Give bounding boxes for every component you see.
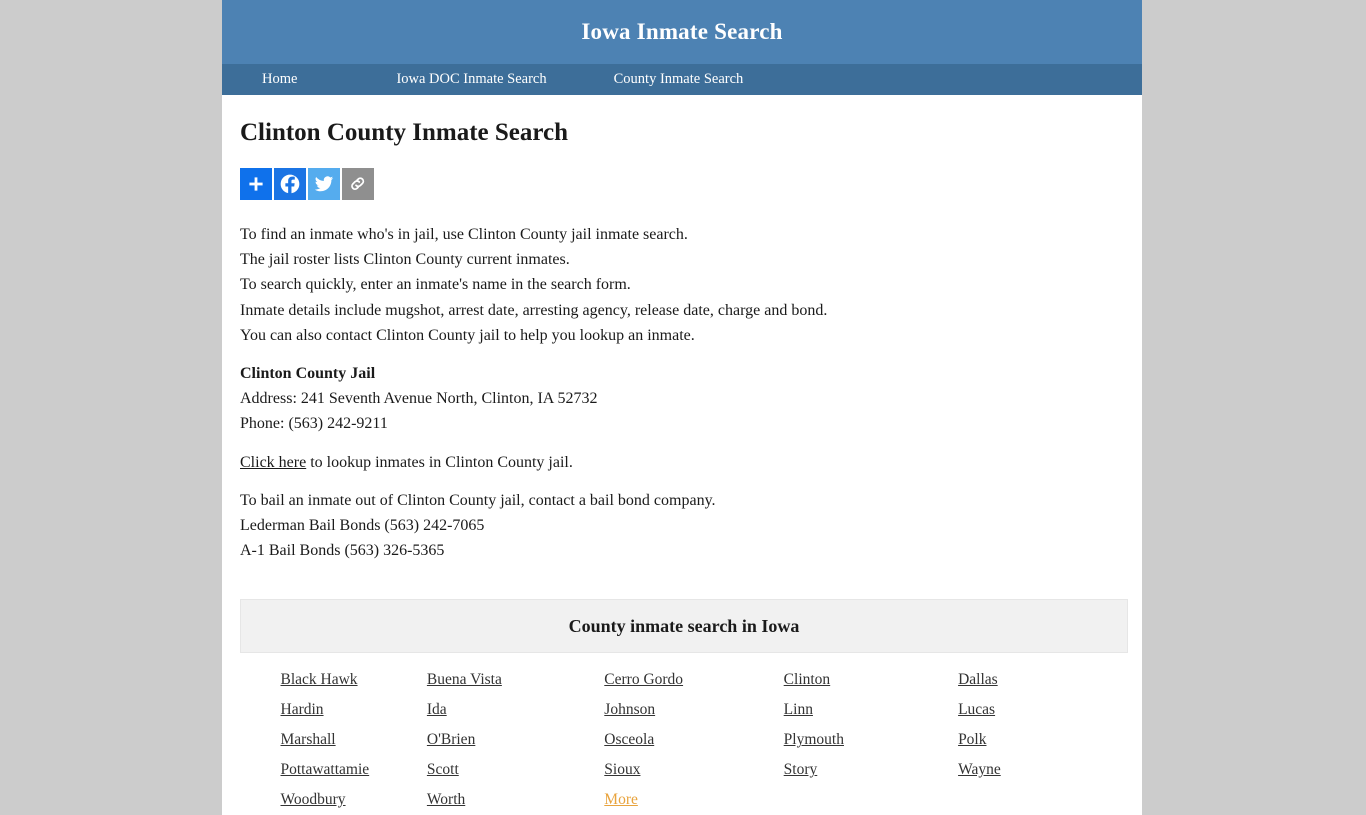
jail-name: Clinton County Jail (240, 365, 376, 383)
bail-intro: To bail an inmate out of Clinton County … (240, 491, 716, 509)
page-title: Clinton County Inmate Search (240, 119, 569, 146)
site-container: Iowa Inmate Search Home Iowa DOC Inmate … (222, 0, 1142, 815)
table-cell: Pottawattamie (241, 755, 418, 785)
nav-item-county-inmate-search[interactable]: County Inmate Search (614, 71, 744, 88)
table-cell: Buena Vista (418, 653, 595, 696)
county-link-dallas[interactable]: Dallas (958, 671, 998, 688)
click-here-link[interactable]: Click here (240, 454, 306, 471)
county-link-sioux[interactable]: Sioux (604, 761, 640, 778)
county-link-osceola[interactable]: Osceola (604, 731, 654, 748)
intro-line-4: Inmate details include mugshot, arrest d… (240, 301, 828, 319)
county-link-woodbury[interactable]: Woodbury (281, 791, 346, 808)
page-root: Iowa Inmate Search Home Iowa DOC Inmate … (0, 0, 1366, 815)
bail-company-2: A-1 Bail Bonds (563) 326-5365 (240, 542, 445, 560)
county-inmate-search-table: County inmate search in Iowa Black Hawk … (240, 599, 1128, 815)
county-link-black-hawk[interactable]: Black Hawk (281, 671, 358, 688)
table-cell: Clinton (773, 653, 950, 696)
jail-address: Address: 241 Seventh Avenue North, Clint… (240, 390, 598, 408)
table-row: Woodbury Worth More (241, 785, 1128, 815)
table-cell: Black Hawk (241, 653, 418, 696)
table-row: Black Hawk Buena Vista Cerro Gordo Clint… (241, 653, 1128, 696)
facebook-share-button[interactable] (274, 168, 306, 200)
table-cell: Worth (418, 785, 595, 815)
table-cell-empty (950, 785, 1127, 815)
share-buttons (240, 168, 1124, 200)
nav-item-home[interactable]: Home (262, 71, 297, 88)
county-link-lucas[interactable]: Lucas (958, 701, 995, 718)
table-cell: Scott (418, 755, 595, 785)
nav-item-iowa-doc-inmate-search[interactable]: Iowa DOC Inmate Search (396, 71, 546, 88)
county-link-buena-vista[interactable]: Buena Vista (427, 671, 502, 688)
county-link-clinton[interactable]: Clinton (784, 671, 831, 688)
table-cell: Plymouth (773, 725, 950, 755)
table-row: Pottawattamie Scott Sioux Story Wayne (241, 755, 1128, 785)
copy-link-button[interactable] (342, 168, 374, 200)
table-cell-empty (773, 785, 950, 815)
facebook-icon (279, 173, 301, 195)
bail-company-1: Lederman Bail Bonds (563) 242-7065 (240, 517, 485, 535)
table-cell: Marshall (241, 725, 418, 755)
table-cell: Linn (773, 695, 950, 725)
county-link-johnson[interactable]: Johnson (604, 701, 655, 718)
table-cell: More (595, 785, 772, 815)
intro-line-1: To find an inmate who's in jail, use Cli… (240, 226, 688, 243)
county-link-cerro-gordo[interactable]: Cerro Gordo (604, 671, 683, 688)
site-title: Iowa Inmate Search (581, 19, 783, 44)
table-header-row: County inmate search in Iowa (240, 599, 1128, 654)
intro-line-3: To search quickly, enter an inmate's nam… (240, 276, 631, 294)
jail-phone: Phone: (563) 242-9211 (240, 415, 388, 433)
county-link-story[interactable]: Story (784, 761, 818, 778)
table-cell: Wayne (950, 755, 1127, 785)
county-link-ida[interactable]: Ida (427, 701, 447, 718)
intro-line-2: The jail roster lists Clinton County cur… (240, 251, 570, 269)
table-cell: Polk (950, 725, 1127, 755)
county-link-more[interactable]: More (604, 791, 638, 808)
twitter-share-button[interactable] (308, 168, 340, 200)
addthis-share-icon (246, 174, 266, 194)
intro-line-5: You can also contact Clinton County jail… (240, 326, 695, 344)
lookup-rest-text: to lookup inmates in Clinton County jail… (306, 453, 573, 471)
table-cell: Sioux (595, 755, 772, 785)
table-cell: Cerro Gordo (595, 653, 772, 696)
county-link-linn[interactable]: Linn (784, 701, 813, 718)
twitter-icon (314, 174, 334, 194)
table-cell: Hardin (241, 695, 418, 725)
county-link-obrien[interactable]: O'Brien (427, 731, 475, 748)
table-cell: Ida (418, 695, 595, 725)
table-row: Marshall O'Brien Osceola Plymouth Polk (241, 725, 1128, 755)
county-table-header: County inmate search in Iowa (240, 599, 1128, 654)
county-link-polk[interactable]: Polk (958, 731, 986, 748)
main-content: Clinton County Inmate Search To find an … (222, 95, 1142, 815)
main-navigation: Home Iowa DOC Inmate Search County Inmat… (222, 64, 1142, 95)
county-link-wayne[interactable]: Wayne (958, 761, 1001, 778)
county-link-marshall[interactable]: Marshall (281, 731, 336, 748)
county-link-pottawattamie[interactable]: Pottawattamie (281, 761, 370, 778)
table-cell: Dallas (950, 653, 1127, 696)
table-cell: O'Brien (418, 725, 595, 755)
site-header: Iowa Inmate Search (222, 0, 1142, 64)
copy-link-icon (348, 174, 368, 194)
county-link-worth[interactable]: Worth (427, 791, 465, 808)
table-cell: Lucas (950, 695, 1127, 725)
county-link-plymouth[interactable]: Plymouth (784, 731, 844, 748)
table-cell: Osceola (595, 725, 772, 755)
table-cell: Story (773, 755, 950, 785)
table-cell: Johnson (595, 695, 772, 725)
county-link-hardin[interactable]: Hardin (281, 701, 324, 718)
lookup-line: Click here to lookup inmates in Clinton … (240, 450, 1124, 475)
county-link-scott[interactable]: Scott (427, 761, 459, 778)
table-cell: Woodbury (241, 785, 418, 815)
table-row: Hardin Ida Johnson Linn Lucas (241, 695, 1128, 725)
addthis-share-button[interactable] (240, 168, 272, 200)
body-copy: To find an inmate who's in jail, use Cli… (240, 222, 1124, 563)
